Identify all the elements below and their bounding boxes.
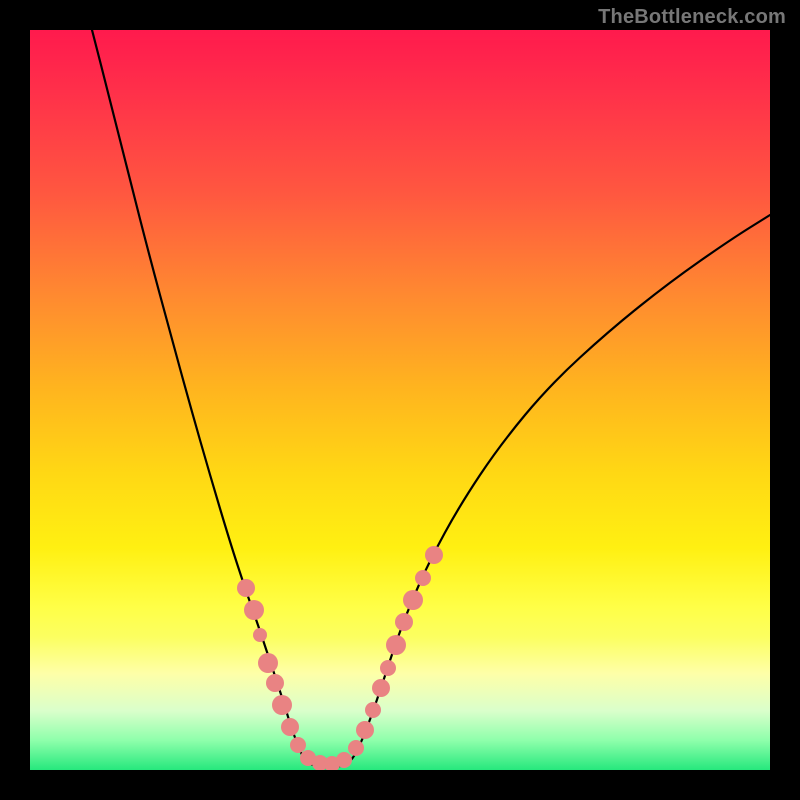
overlay-dot [356, 721, 374, 739]
overlay-dot [266, 674, 284, 692]
chart-plot-area [30, 30, 770, 770]
overlay-dot [237, 579, 255, 597]
overlay-dot [290, 737, 306, 753]
overlay-dot [312, 755, 328, 770]
curve-group [92, 30, 770, 768]
chart-frame: TheBottleneck.com [0, 0, 800, 800]
overlay-dot [336, 752, 352, 768]
overlay-dot [380, 660, 396, 676]
overlay-dot [348, 740, 364, 756]
overlay-dot [300, 750, 316, 766]
overlay-dot [244, 600, 264, 620]
overlay-dot [386, 635, 406, 655]
overlay-dot [258, 653, 278, 673]
overlay-dot [253, 628, 267, 642]
overlay-dot [272, 695, 292, 715]
overlay-dot [403, 590, 423, 610]
overlay-dot [365, 702, 381, 718]
overlay-dot [395, 613, 413, 631]
overlay-dot [324, 756, 340, 770]
overlay-dot [425, 546, 443, 564]
chart-svg [30, 30, 770, 770]
overlay-dot [281, 718, 299, 736]
curve-path [92, 30, 770, 768]
overlay-dot [415, 570, 431, 586]
watermark-text: TheBottleneck.com [598, 6, 786, 29]
overlay-dots [237, 546, 443, 770]
overlay-dot [372, 679, 390, 697]
